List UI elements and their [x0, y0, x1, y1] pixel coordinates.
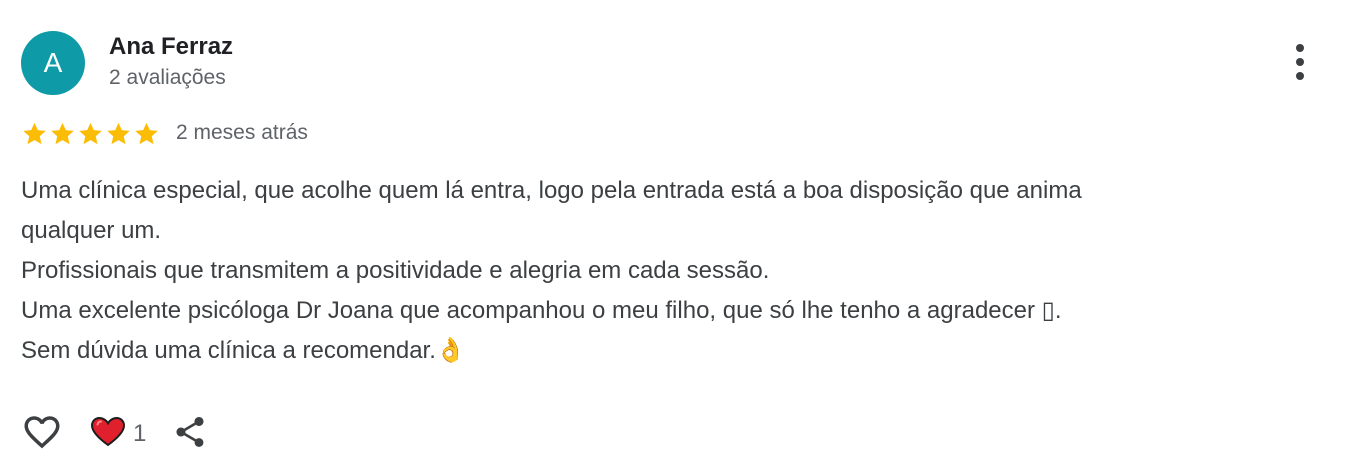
- star-icon: [21, 120, 48, 147]
- review-text-line: Sem dúvida uma clínica a recomendar.👌: [21, 337, 466, 364]
- review-text-line: Profissionais que transmitem a positivid…: [21, 257, 770, 284]
- reviewer-review-count: 2 avaliações: [109, 66, 226, 89]
- reaction-count: 1: [133, 420, 147, 447]
- star-icon: [133, 120, 160, 147]
- review-text-line: qualquer um.: [21, 217, 162, 244]
- avatar[interactable]: A: [21, 31, 85, 95]
- avatar-letter: A: [43, 47, 63, 78]
- reaction-button[interactable]: 1: [90, 416, 147, 452]
- review-text: Uma clínica especial, que acolhe quem lá…: [21, 171, 1321, 371]
- review-actions: 1: [21, 412, 208, 456]
- review-card: A Ana Ferraz 2 avaliações 2 meses atrás …: [0, 0, 1358, 474]
- heart-outline-icon: [21, 411, 63, 458]
- more-options-button[interactable]: [1284, 40, 1318, 84]
- share-icon: [172, 412, 208, 457]
- like-button[interactable]: [21, 413, 63, 455]
- rating-row: 2 meses atrás: [21, 118, 308, 148]
- review-text-line: Uma clínica especial, que acolhe quem lá…: [21, 177, 1082, 204]
- star-icon: [77, 120, 104, 147]
- review-date: 2 meses atrás: [176, 121, 308, 144]
- reviewer-name[interactable]: Ana Ferraz: [109, 32, 233, 62]
- star-rating: [21, 120, 160, 147]
- share-button[interactable]: [172, 414, 208, 454]
- review-text-line: Uma excelente psicóloga Dr Joana que aco…: [21, 297, 1062, 324]
- red-heart-icon: [90, 416, 126, 452]
- star-icon: [105, 120, 132, 147]
- star-icon: [49, 120, 76, 147]
